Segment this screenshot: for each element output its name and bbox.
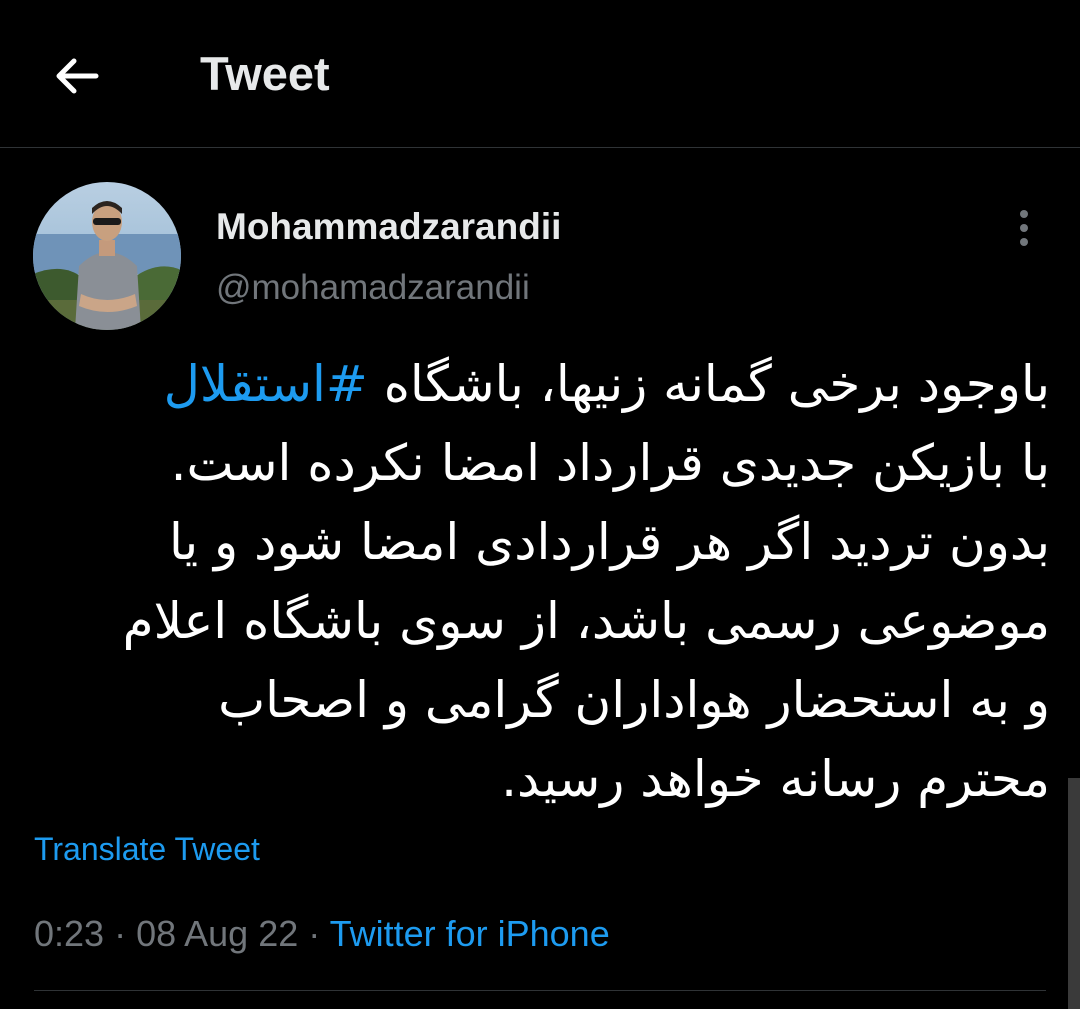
meta-separator: · bbox=[104, 913, 137, 954]
more-options-button[interactable] bbox=[1004, 204, 1044, 252]
top-bar: Tweet bbox=[0, 0, 1080, 148]
tweet-date[interactable]: 08 Aug 22 bbox=[136, 913, 298, 954]
tweet-text-line-4: موضوعی رسمی باشد، از سوی باشگاه اعلام bbox=[122, 592, 1050, 650]
tweet-text-line-1: باوجود برخی گمانه زنیها، باشگاه #استقلال bbox=[34, 345, 1050, 424]
translate-tweet-link[interactable]: Translate Tweet bbox=[34, 828, 260, 870]
avatar-image bbox=[33, 182, 181, 330]
tweet-text-line-1-text: باوجود برخی گمانه زنیها، باشگاه bbox=[367, 355, 1050, 413]
avatar[interactable] bbox=[33, 182, 181, 330]
more-vertical-icon bbox=[1020, 210, 1028, 246]
hashtag-link[interactable]: #استقلال bbox=[164, 355, 368, 413]
arrow-left-icon bbox=[56, 58, 99, 94]
tweet-source-link[interactable]: Twitter for iPhone bbox=[330, 913, 610, 954]
tweet-text-line-3: بدون تردید اگر هر قراردادی امضا شود و یا bbox=[169, 513, 1050, 571]
tweet-text-line-5: و به استحضار هواداران گرامی و اصحاب bbox=[218, 671, 1050, 729]
author-handle[interactable]: @mohamadzarandii bbox=[216, 266, 530, 310]
meta-separator: · bbox=[298, 913, 330, 954]
tweet-text-line-6: محترم رسانه خواهد رسید. bbox=[501, 750, 1050, 808]
author-display-name[interactable]: Mohammadzarandii bbox=[216, 204, 561, 250]
page-title: Tweet bbox=[200, 47, 330, 100]
tweet-text: باوجود برخی گمانه زنیها، باشگاه #استقلال… bbox=[34, 345, 1050, 819]
divider bbox=[34, 990, 1046, 991]
tweet-meta: 0:23 · 08 Aug 22 · Twitter for iPhone bbox=[34, 910, 610, 958]
back-button[interactable] bbox=[44, 44, 108, 108]
scrollbar[interactable] bbox=[1068, 778, 1080, 1009]
tweet-text-line-2: با بازیکن جدیدی قرارداد امضا نکرده است. bbox=[170, 434, 1050, 492]
tweet-time[interactable]: 0:23 bbox=[34, 913, 104, 954]
